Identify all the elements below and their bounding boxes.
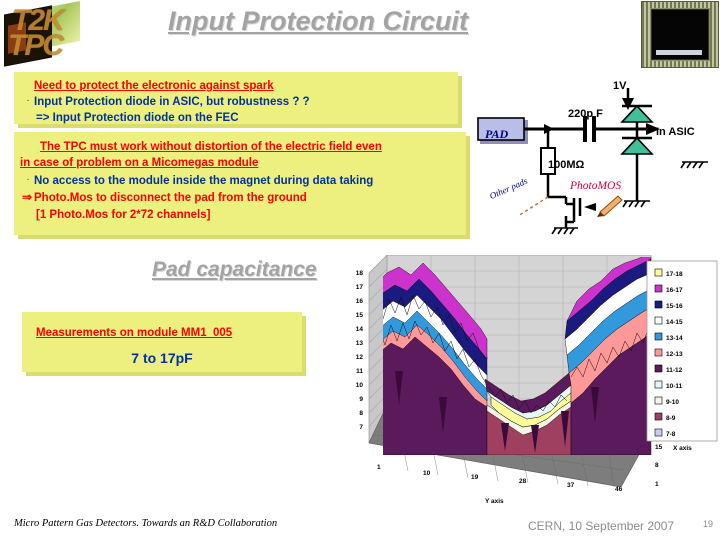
svg-text:1: 1 bbox=[655, 481, 659, 488]
svg-text:14-15: 14-15 bbox=[666, 319, 683, 326]
callout-box-protection: Need to protect the electronic against s… bbox=[14, 72, 462, 128]
photomos-label: PhotoMOS bbox=[570, 180, 622, 192]
svg-text:15: 15 bbox=[356, 312, 364, 319]
svg-text:15-16: 15-16 bbox=[666, 303, 683, 310]
y-axis-title: Y axis bbox=[485, 498, 504, 505]
svg-text:19: 19 bbox=[471, 474, 479, 481]
diode-upper bbox=[620, 104, 654, 123]
box1-heading-text: Need to protect the electronic against s… bbox=[34, 80, 274, 92]
box1-item-1-text: Input Protection diode in ASIC, but robu… bbox=[34, 96, 310, 108]
logo-text-tpc: TPC bbox=[8, 29, 64, 62]
z-axis-ticks: 7 8 9 10 11 12 13 14 15 16 17 18 bbox=[356, 270, 364, 431]
bullet-icon: · bbox=[26, 174, 30, 185]
box3-value-text: 7 to 17pF bbox=[131, 350, 193, 366]
svg-text:11-12: 11-12 bbox=[666, 367, 683, 374]
box1-heading: Need to protect the electronic against s… bbox=[34, 77, 274, 94]
page-title: Input Protection Circuit bbox=[168, 6, 468, 36]
box1-item-1: · Input Protection diode in ASIC, but rob… bbox=[22, 93, 310, 110]
svg-text:12-13: 12-13 bbox=[666, 351, 683, 358]
box2-item-1: · No access to the module inside the magn… bbox=[22, 172, 373, 189]
svg-text:16: 16 bbox=[356, 298, 364, 305]
footer-text: Micro Pattern Gas Detectors. Towards an … bbox=[14, 518, 278, 529]
supply-label: 1V bbox=[613, 80, 627, 92]
box2-item-1-text: No access to the module inside the magne… bbox=[34, 175, 374, 187]
svg-text:28: 28 bbox=[519, 478, 527, 485]
svg-text:17: 17 bbox=[356, 284, 364, 291]
svg-text:7: 7 bbox=[359, 424, 363, 431]
svg-text:9-10: 9-10 bbox=[666, 399, 679, 406]
svg-text:11: 11 bbox=[356, 368, 363, 375]
schematic-svg bbox=[477, 88, 708, 235]
svg-text:1: 1 bbox=[377, 464, 381, 471]
asic-chip-image bbox=[641, 1, 719, 68]
ground-symbol-1 bbox=[551, 227, 578, 235]
ground-symbol-3 bbox=[680, 161, 708, 169]
slide-canvas: T2K TPC Input Protection Circuit Need to… bbox=[0, 0, 720, 540]
svg-text:17-18: 17-18 bbox=[666, 271, 683, 278]
callout-box-measurements: Measurements on module MM1_005 7 to 17pF bbox=[22, 312, 306, 376]
box1-item-2-text: => Input Protection diode on the FEC bbox=[36, 112, 239, 124]
box2-item-3: [1 Photo.Mos for 2*72 channels] bbox=[36, 206, 210, 223]
svg-text:12: 12 bbox=[356, 354, 364, 361]
box2-heading-line-2-text: in case of problem on a Micomegas module bbox=[20, 157, 259, 169]
svg-text:8: 8 bbox=[655, 462, 659, 469]
t2k-tpc-logo: T2K TPC bbox=[2, 0, 84, 68]
svg-text:10: 10 bbox=[356, 382, 364, 389]
footer-date: CERN, 10 September 2007 bbox=[528, 519, 675, 533]
svg-text:8: 8 bbox=[359, 410, 363, 417]
box3-value: 7 to 17pF bbox=[22, 350, 302, 367]
light-arrow-icon bbox=[597, 195, 623, 217]
diode-lower bbox=[620, 136, 654, 155]
x-axis-title: X axis bbox=[673, 445, 692, 452]
chart-legend: 17-18 16-17 15-16 14-15 13-14 12-13 11-1… bbox=[646, 260, 718, 442]
box2-item-2: ⇒ Photo.Mos to disconnect the pad from th… bbox=[20, 189, 307, 206]
svg-text:14: 14 bbox=[356, 326, 364, 333]
box2-item-3-text: [1 Photo.Mos for 2*72 channels] bbox=[36, 209, 211, 221]
svg-text:13: 13 bbox=[356, 340, 364, 347]
box3-heading: Measurements on module MM1_005 bbox=[36, 324, 232, 341]
svg-text:7-8: 7-8 bbox=[666, 431, 676, 438]
pad-label: PAD bbox=[485, 127, 509, 141]
box2-heading-line-1-text: The TPC must work without distortion of … bbox=[40, 141, 382, 153]
chip-die-bar bbox=[656, 50, 702, 55]
bullet-icon: · bbox=[26, 95, 30, 106]
pad-capacitance-surface-chart: 7 8 9 10 11 12 13 14 15 16 17 18 PAD cap… bbox=[355, 255, 720, 523]
svg-text:15: 15 bbox=[655, 444, 663, 451]
section-title-pad-capacitance: Pad capacitance bbox=[152, 258, 317, 281]
svg-text:13-14: 13-14 bbox=[666, 335, 683, 342]
svg-text:10-11: 10-11 bbox=[666, 383, 683, 390]
svg-text:16-17: 16-17 bbox=[666, 287, 683, 294]
capacitor-label: 220p F bbox=[568, 108, 603, 120]
svg-text:8-9: 8-9 bbox=[666, 415, 676, 422]
callout-box-tpc: The TPC must work without distortion of … bbox=[14, 132, 470, 239]
output-label: In ASIC bbox=[656, 126, 695, 138]
box2-heading-line-1: The TPC must work without distortion of … bbox=[40, 138, 382, 155]
logo-text: T2K TPC bbox=[8, 6, 84, 64]
box2-item-2-text: Photo.Mos to disconnect the pad from the… bbox=[34, 192, 307, 204]
ground-symbol-2 bbox=[622, 200, 650, 208]
double-arrow-icon: ⇒ bbox=[21, 190, 33, 204]
slide-number: 19 bbox=[703, 519, 714, 529]
box3-heading-text: Measurements on module MM1_005 bbox=[36, 327, 233, 339]
input-protection-schematic: 1V 220p F In ASIC 100MΩ PAD PhotoMOS Oth… bbox=[470, 76, 720, 238]
svg-text:18: 18 bbox=[356, 270, 364, 277]
svg-text:10: 10 bbox=[423, 470, 431, 477]
svg-text:9: 9 bbox=[359, 396, 363, 403]
box2-heading-line-2: in case of problem on a Micomegas module bbox=[20, 154, 258, 171]
resistor-label: 100MΩ bbox=[548, 159, 585, 171]
box1-item-2: => Input Protection diode on the FEC bbox=[36, 109, 239, 126]
svg-text:37: 37 bbox=[567, 482, 575, 489]
chart-svg: 7 8 9 10 11 12 13 14 15 16 17 18 PAD cap… bbox=[356, 255, 718, 505]
svg-text:46: 46 bbox=[615, 486, 623, 493]
